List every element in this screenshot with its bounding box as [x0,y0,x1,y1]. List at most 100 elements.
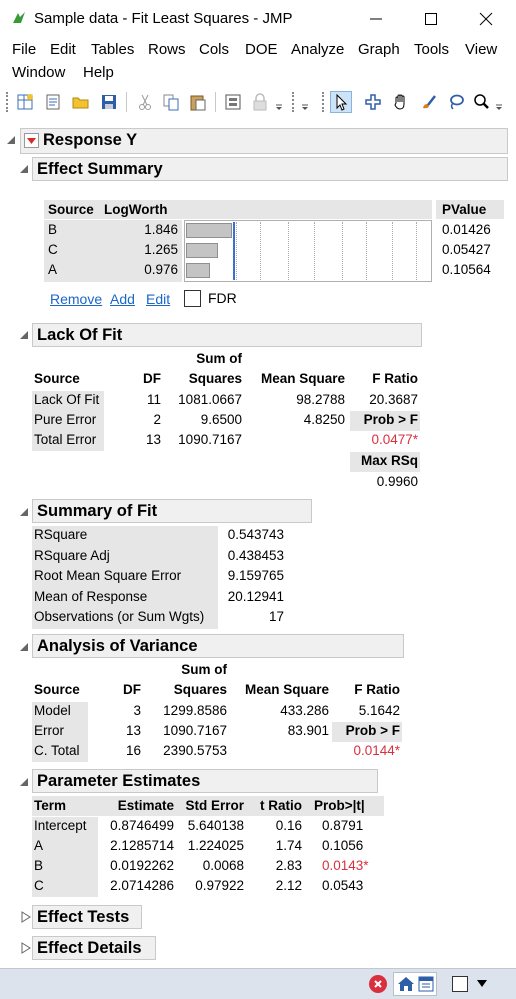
menu-window[interactable]: Window [12,64,65,81]
disclosure-expanded-icon[interactable] [18,641,30,653]
lof-source: Total Error [34,432,97,447]
fdr-checkbox[interactable] [184,290,201,307]
minimize-button[interactable] [356,6,396,32]
disclosure-expanded-icon[interactable] [18,329,30,341]
disclosure-collapsed-icon[interactable] [20,942,32,954]
outline-summary-of-fit[interactable]: Summary of Fit [32,499,312,523]
outline-effect-details[interactable]: Effect Details [32,936,156,960]
menu-rows[interactable]: Rows [148,41,186,58]
gridline [366,222,367,280]
col-header-logworth: LogWorth [104,202,168,217]
add-link[interactable]: Add [110,291,135,307]
col-header-source: Source [34,682,80,697]
effect-pvalue: 0.01426 [442,222,491,237]
outline-effect-summary[interactable]: Effect Summary [32,157,508,181]
toolbar-grip[interactable] [322,92,325,112]
fit-stat-label: Mean of Response [34,588,148,604]
toolbar-overflow-icon[interactable] [298,91,312,113]
lof-ms: 98.2788 [296,392,345,407]
param-term: C [34,878,44,893]
remove-link[interactable]: Remove [50,291,102,307]
effect-pvalue: 0.05427 [442,242,491,257]
anova-f: 0.0144* [353,743,400,758]
window-list-icon[interactable] [417,975,435,993]
toolbar-separator [215,92,216,112]
gridline [314,222,315,280]
effect-source: B [48,222,58,237]
outline-response-y[interactable]: Response Y [20,128,508,154]
menu-doe[interactable]: DOE [245,41,278,58]
lock-icon[interactable] [249,91,271,113]
save-icon[interactable] [98,91,120,113]
outline-analysis-of-variance[interactable]: Analysis of Variance [32,634,404,658]
disclosure-expanded-icon[interactable] [18,163,30,175]
error-log-icon[interactable] [369,975,387,993]
new-data-table-icon[interactable] [14,91,36,113]
lof-f: Prob > F [363,412,418,427]
col-header-source: Source [34,371,80,386]
new-script-icon[interactable] [42,91,64,113]
param-term: A [34,838,44,853]
anova-df: 13 [125,723,141,738]
cut-icon[interactable] [134,91,156,113]
param-estimate: 0.8746499 [110,818,174,833]
menu-view[interactable]: View [465,41,497,58]
arrow-tool-icon[interactable] [330,91,352,113]
col-header-t-ratio: t Ratio [260,798,302,813]
journal-icon[interactable] [222,91,244,113]
edit-link[interactable]: Edit [146,291,170,307]
disclosure-expanded-icon[interactable] [5,134,17,146]
red-triangle-menu-icon[interactable] [24,133,39,148]
lasso-tool-icon[interactable] [445,91,467,113]
max-rsq-label: Max RSq [360,453,418,468]
disclosure-collapsed-icon[interactable] [20,911,32,923]
menu-cols[interactable]: Cols [199,41,229,58]
menu-tables[interactable]: Tables [91,41,134,58]
disclosure-expanded-icon[interactable] [18,776,30,788]
param-t-ratio: 2.83 [275,858,302,873]
param-prob-t: 0.1056 [322,838,364,853]
param-estimate: 2.0714286 [110,878,174,893]
menu-bar: File Edit Tables Rows Cols DOE Analyze G… [0,38,516,86]
maximize-button[interactable] [411,6,451,32]
param-term: B [34,858,44,873]
outline-effect-tests[interactable]: Effect Tests [32,905,142,929]
paste-icon[interactable] [187,91,209,113]
param-prob-t: 0.8791 [322,818,364,833]
menu-edit[interactable]: Edit [50,41,76,58]
max-rsq-value: 0.9960 [376,474,418,489]
open-folder-icon[interactable] [70,91,92,113]
logworth-gridlines [184,220,432,282]
brush-tool-icon[interactable] [418,91,440,113]
chevron-down-icon[interactable] [476,979,488,989]
anova-ss: 2390.5753 [163,743,227,758]
toolbar-overflow-icon[interactable] [272,91,286,113]
menu-analyze[interactable]: Analyze [291,41,344,58]
lack-of-fit-table: Sum of Source DF Squares Mean Square F R… [32,350,422,490]
window-selector-icon[interactable] [452,976,468,992]
toolbar-grip[interactable] [6,92,9,112]
outline-lack-of-fit[interactable]: Lack Of Fit [32,323,422,347]
magnifier-tool-icon[interactable] [470,91,492,113]
jmp-app-icon [13,12,25,23]
toolbar-grip[interactable] [292,92,295,112]
summary-of-fit-table: RSquare 0.543743 RSquare Adj 0.438453 Root M… [32,526,322,630]
param-term: Intercept [34,818,87,833]
hand-tool-icon[interactable] [390,91,412,113]
col-header-sum-of: Sum of [196,351,242,366]
menu-file[interactable]: File [12,41,36,58]
menu-graph[interactable]: Graph [358,41,400,58]
home-icon[interactable] [396,974,416,994]
copy-icon[interactable] [160,91,182,113]
close-button[interactable] [466,6,506,32]
menu-help[interactable]: Help [83,64,114,81]
status-bar [0,968,516,999]
col-header-mean-square: Mean Square [244,682,329,697]
lof-df: 13 [145,432,161,447]
menu-tools[interactable]: Tools [414,41,449,58]
effect-source: C [48,242,58,257]
crosshair-tool-icon[interactable] [362,91,384,113]
disclosure-expanded-icon[interactable] [18,506,30,518]
toolbar-overflow-icon[interactable] [492,91,506,113]
outline-parameter-estimates[interactable]: Parameter Estimates [32,769,378,793]
